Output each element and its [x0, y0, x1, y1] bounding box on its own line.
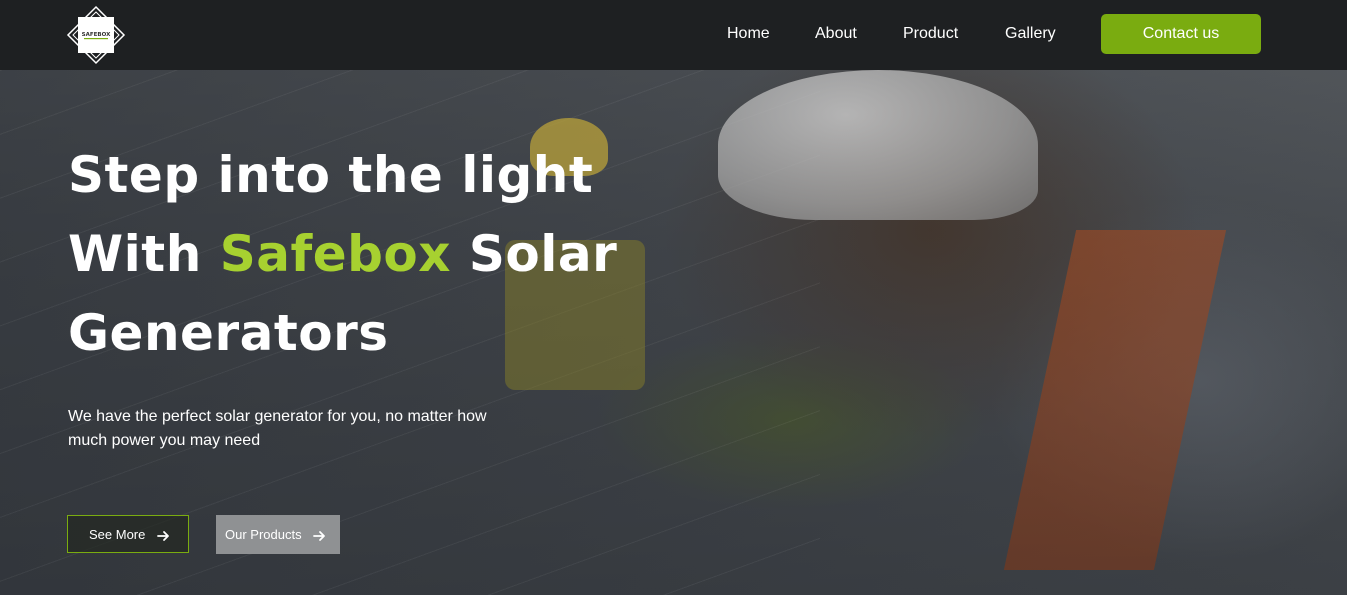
hero-title-line1: Step into the light [68, 146, 594, 204]
safebox-logo[interactable]: SAFEBOX [66, 5, 126, 65]
foreground-worker-helmet [718, 70, 1038, 220]
hero-title-brand-highlight: Safebox [219, 225, 452, 283]
our-products-label: Our Products [225, 527, 302, 542]
our-products-button[interactable]: Our Products [216, 515, 340, 554]
see-more-button[interactable]: See More [67, 515, 189, 553]
logo-text: SAFEBOX [82, 32, 111, 38]
see-more-label: See More [89, 527, 146, 542]
arrow-right-icon [313, 530, 326, 541]
nav-gallery[interactable]: Gallery [1005, 22, 1056, 46]
hero-title-line3: Generators [68, 304, 389, 362]
hero-title-line2-prefix: With [68, 225, 220, 283]
hero-title: Step into the light With Safebox Solar G… [68, 136, 617, 373]
arrow-right-icon [157, 530, 169, 541]
nav-about[interactable]: About [815, 22, 857, 46]
nav-product[interactable]: Product [903, 22, 958, 46]
navbar: SAFEBOX Home About Product Gallery Conta… [0, 0, 1347, 70]
hero-subtitle: We have the perfect solar generator for … [68, 408, 487, 449]
contact-us-button[interactable]: Contact us [1101, 14, 1261, 54]
nav-home[interactable]: Home [727, 22, 770, 46]
hero-title-line2-suffix: Solar [451, 225, 618, 283]
logo-diamond-icon: SAFEBOX [66, 5, 126, 65]
